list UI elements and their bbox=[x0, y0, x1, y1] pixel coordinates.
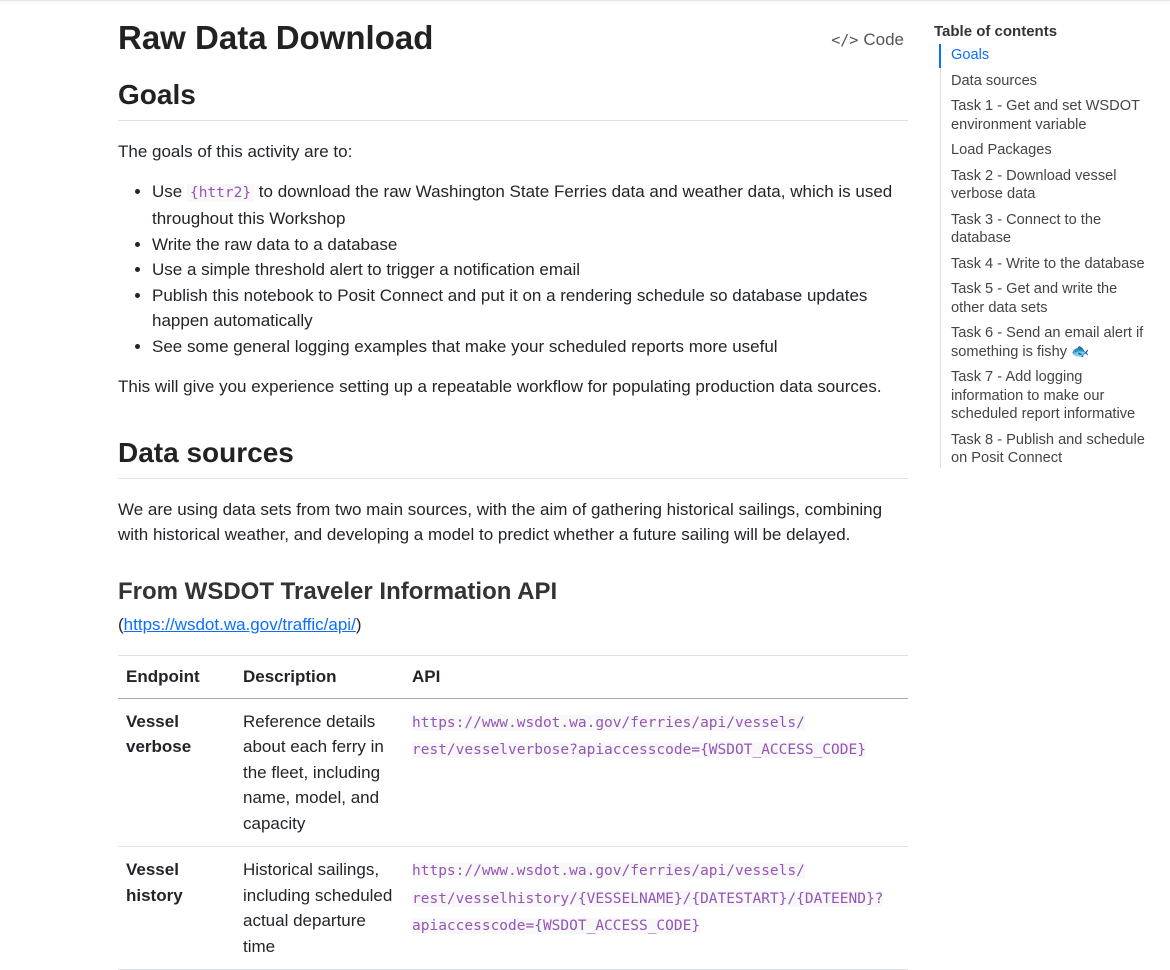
code-button-label: Code bbox=[863, 30, 904, 49]
page-title: Raw Data Download bbox=[118, 19, 434, 56]
toc-title: Table of contents bbox=[934, 23, 1058, 40]
toc-item-load-packages[interactable]: Load Packages bbox=[951, 141, 1154, 160]
main-content: Raw Data Download </> Code Goals The goa… bbox=[118, 18, 908, 970]
table-header-api: API bbox=[404, 655, 908, 699]
toc-item-data-sources[interactable]: Data sources bbox=[951, 72, 1154, 91]
api-cell: https://www.wsdot.wa.gov/ferries/api/ves… bbox=[404, 698, 908, 847]
endpoints-table: Endpoint Description API Vessel verbose … bbox=[118, 655, 908, 970]
table-header-description: Description bbox=[235, 655, 404, 699]
wsdot-api-link[interactable]: https://wsdot.wa.gov/traffic/api/ bbox=[124, 615, 356, 634]
list-item: Write the raw data to a database bbox=[152, 232, 908, 258]
description-cell: Reference details about each ferry in th… bbox=[235, 698, 404, 847]
toc-item-task-2[interactable]: Task 2 - Download vessel verbose data bbox=[951, 167, 1154, 204]
code-icon: </> bbox=[831, 31, 859, 49]
httr2-code: {httr2} bbox=[186, 183, 255, 202]
data-sources-heading: Data sources bbox=[118, 434, 908, 479]
toc-item-task-3[interactable]: Task 3 - Connect to the database bbox=[951, 211, 1154, 248]
toc-item-task-4[interactable]: Task 4 - Write to the database bbox=[951, 255, 1154, 274]
toc-item-task-8[interactable]: Task 8 - Publish and schedule on Posit C… bbox=[951, 431, 1154, 468]
wsdot-heading: From WSDOT Traveler Information API bbox=[118, 577, 558, 605]
goals-heading: Goals bbox=[118, 76, 908, 121]
description-cell: Historical sailings, including scheduled… bbox=[235, 846, 404, 970]
table-row: Vessel verbose Reference details about e… bbox=[118, 698, 908, 847]
goals-summary: This will give you experience setting up… bbox=[118, 377, 882, 396]
toc-item-task-1[interactable]: Task 1 - Get and set WSDOT environment v… bbox=[951, 97, 1154, 134]
top-bar bbox=[0, 0, 1170, 1]
table-header-endpoint: Endpoint bbox=[118, 655, 235, 699]
endpoint-cell: Vessel history bbox=[118, 846, 235, 970]
list-item: Use {httr2} to download the raw Washingt… bbox=[152, 179, 908, 232]
data-sources-text: We are using data sets from two main sou… bbox=[118, 499, 883, 545]
wsdot-link-line: (https://wsdot.wa.gov/traffic/api/) bbox=[118, 614, 362, 634]
toc-list: Goals Data sources Task 1 - Get and set … bbox=[939, 44, 1154, 468]
toc-item-task-5[interactable]: Task 5 - Get and write the other data se… bbox=[951, 280, 1154, 317]
list-item: Publish this notebook to Posit Connect a… bbox=[152, 283, 908, 334]
toc-item-task-7[interactable]: Task 7 - Add logging information to make… bbox=[951, 368, 1154, 424]
code-toggle-button[interactable]: </> Code bbox=[831, 30, 904, 50]
list-item: See some general logging examples that m… bbox=[152, 334, 908, 360]
endpoint-cell: Vessel verbose bbox=[118, 698, 235, 847]
goals-intro: The goals of this activity are to: bbox=[118, 142, 353, 161]
toc-item-task-6[interactable]: Task 6 - Send an email alert if somethin… bbox=[951, 324, 1154, 361]
toc-item-goals[interactable]: Goals bbox=[939, 44, 1154, 68]
list-item: Use a simple threshold alert to trigger … bbox=[152, 257, 908, 283]
table-of-contents: Table of contents Goals Data sources Tas… bbox=[934, 22, 1154, 484]
goals-list: Use {httr2} to download the raw Washingt… bbox=[118, 179, 908, 360]
table-row: Vessel history Historical sailings, incl… bbox=[118, 846, 908, 970]
api-cell: https://www.wsdot.wa.gov/ferries/api/ves… bbox=[404, 846, 908, 970]
